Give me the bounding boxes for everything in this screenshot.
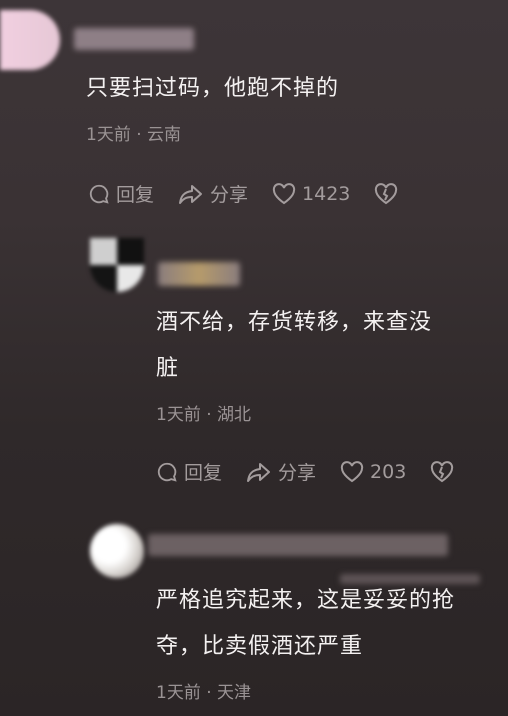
reply-button[interactable]: 回复 bbox=[156, 458, 222, 485]
comment-actions: 回复 分享 1423 bbox=[88, 180, 404, 207]
comment-text-line2: 脏 bbox=[156, 356, 180, 381]
reply-bubble-icon bbox=[89, 184, 109, 204]
share-arrow-icon bbox=[179, 184, 203, 204]
heart-icon bbox=[340, 460, 364, 482]
comment-meta: 1天前 · 湖北 bbox=[156, 405, 252, 425]
reply-bubble-icon bbox=[157, 462, 177, 482]
dislike-button[interactable] bbox=[374, 182, 404, 205]
comment-text: 只要扫过码，他跑不掉的 bbox=[86, 76, 340, 101]
share-button[interactable]: 分享 bbox=[246, 458, 316, 485]
broken-heart-icon bbox=[375, 182, 398, 204]
reply-button[interactable]: 回复 bbox=[88, 180, 154, 207]
comment-text-line1: 严格追究起来，这是妥妥的抢 bbox=[156, 588, 456, 613]
dislike-button[interactable] bbox=[430, 460, 460, 483]
share-arrow-icon bbox=[247, 462, 271, 482]
avatar[interactable] bbox=[90, 524, 144, 578]
like-button[interactable]: 1423 bbox=[272, 183, 350, 205]
heart-icon bbox=[272, 182, 296, 204]
share-label: 分享 bbox=[278, 462, 317, 484]
comment-meta: 1天前 · 云南 bbox=[86, 125, 182, 145]
like-count: 1423 bbox=[302, 182, 351, 205]
username-redacted[interactable] bbox=[74, 28, 194, 50]
broken-heart-icon bbox=[431, 460, 454, 482]
reply-label: 回复 bbox=[184, 462, 223, 484]
comment-text-line1: 酒不给，存货转移，来查没 bbox=[156, 310, 433, 335]
like-count: 203 bbox=[370, 460, 407, 483]
like-button[interactable]: 203 bbox=[340, 461, 406, 483]
reply-label: 回复 bbox=[116, 184, 155, 206]
avatar[interactable] bbox=[0, 10, 60, 70]
comment-meta: 1天前 · 天津 bbox=[156, 683, 252, 703]
comment-actions: 回复 分享 203 bbox=[156, 458, 460, 485]
share-label: 分享 bbox=[210, 184, 249, 206]
username-redacted[interactable] bbox=[148, 534, 448, 556]
username-redacted[interactable] bbox=[158, 262, 240, 286]
comment-text-line2: 夺，比卖假酒还严重 bbox=[156, 634, 364, 659]
share-button[interactable]: 分享 bbox=[178, 180, 248, 207]
avatar[interactable] bbox=[90, 238, 144, 292]
